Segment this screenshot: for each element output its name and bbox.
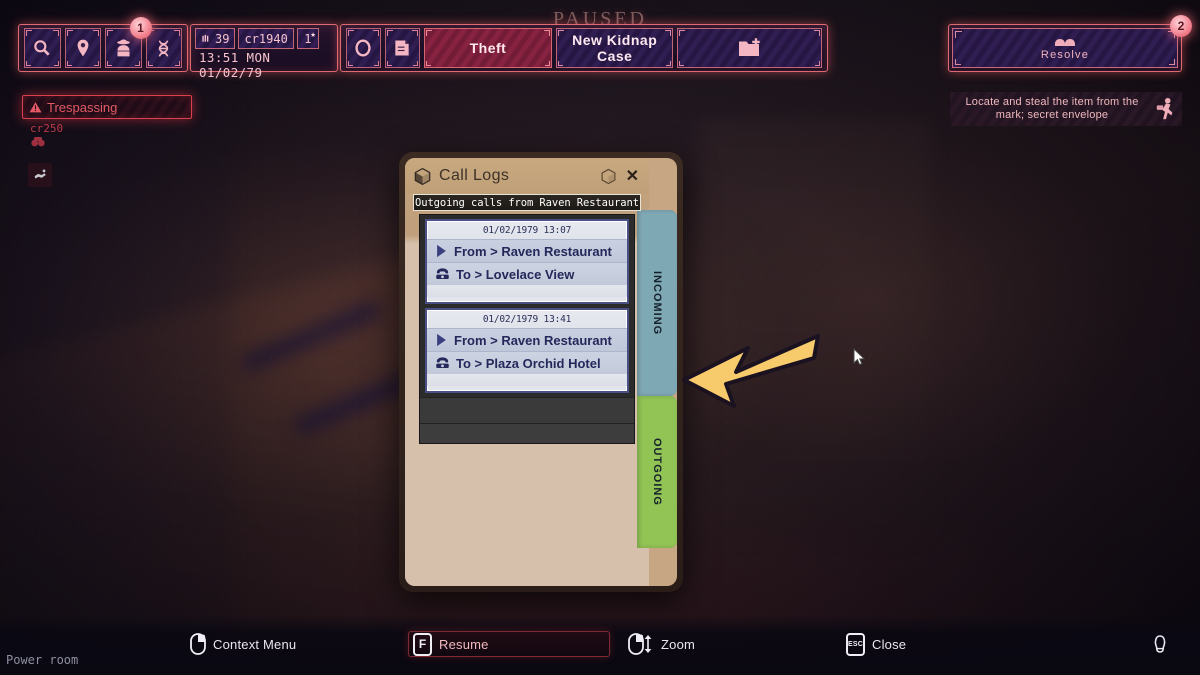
hint-zoom-label: Zoom	[661, 636, 696, 652]
hint-context-menu-label: Context Menu	[213, 636, 297, 652]
stars-stat: 1 ★	[296, 28, 319, 49]
pointer-arrow	[676, 328, 820, 415]
call-log-entry[interactable]: 01/02/1979 13:07 From > Raven Restaurant…	[425, 219, 629, 304]
credits-stat: cr1940	[238, 28, 294, 49]
case-theft-button[interactable]: Theft	[423, 28, 553, 68]
handcuffs-icon[interactable]	[346, 28, 381, 68]
bottom-hint-bar: Context Menu F Resume Zoom ESC Close Pow…	[0, 615, 1200, 675]
trespassing-label: Trespassing	[47, 99, 118, 115]
tab-outgoing-label: OUTGOING	[651, 438, 663, 506]
case-new-kidnap-button[interactable]: New Kidnap Case	[556, 28, 674, 68]
call-from-row: From > Raven Restaurant	[427, 239, 627, 262]
handcuff-pair-icon	[1055, 38, 1075, 46]
call-log-entry[interactable]: 01/02/1979 13:41 From > Raven Restaurant…	[425, 308, 629, 393]
window-header: Call Logs ✕	[405, 158, 649, 194]
call-from-label: From > Raven Restaurant	[454, 332, 612, 348]
resolve-label: Resolve	[1040, 48, 1090, 61]
hint-context-menu[interactable]: Context Menu	[190, 631, 390, 657]
key-esc: ESC	[846, 632, 865, 656]
call-to-row: To > Plaza Orchid Hotel	[427, 351, 627, 374]
room-label: Power room	[6, 653, 79, 667]
call-to-label: To > Lovelace View	[456, 266, 575, 282]
fine-icon	[31, 137, 45, 147]
game-clock: 13:51 MON 01/02/79	[199, 50, 271, 80]
dna-icon[interactable]	[145, 28, 182, 68]
call-to-label: To > Plaza Orchid Hotel	[456, 355, 601, 371]
call-logs-window[interactable]: INCOMING OUTGOING Call Logs ✕ Outgoing c…	[399, 152, 683, 592]
telephone-icon	[436, 268, 449, 279]
window-title: Call Logs	[439, 167, 510, 184]
cigarette-stat: 39	[195, 28, 236, 49]
mouse-cursor	[853, 348, 865, 366]
detective-badge: 1	[129, 17, 152, 39]
empty-log-row	[420, 397, 634, 423]
stealth-status-box[interactable]	[28, 163, 52, 187]
hud-resolve-group: Resolve 2	[948, 15, 1192, 72]
tab-incoming-label: INCOMING	[651, 270, 663, 336]
stats-row: 39 cr1940 1 ★	[195, 28, 322, 49]
mouse-scroll-icon	[628, 633, 652, 655]
hud-icon-group: 1	[18, 17, 188, 72]
call-from-row: From > Raven Restaurant	[427, 328, 627, 351]
objective-text: Locate and steal the item from the mark;…	[965, 96, 1139, 121]
window-inner: INCOMING OUTGOING Call Logs ✕ Outgoing c…	[405, 158, 677, 586]
top-hud-bar: 1 39 cr1940 1 ★ 13:51 MON 01/02/79 Theft…	[18, 15, 1192, 80]
warning-triangle-icon	[29, 101, 42, 112]
call-to-row: To > Lovelace View	[427, 262, 627, 285]
empty-log-row	[420, 423, 634, 443]
play-triangle-icon	[437, 244, 446, 258]
cigarette-count: 39	[215, 31, 230, 46]
resolve-button[interactable]: Resolve	[952, 28, 1178, 68]
case-new-kidnap-label: New Kidnap Case	[572, 32, 658, 64]
hint-list: Context Menu F Resume Zoom ESC Close	[190, 631, 1046, 657]
footprint-icon	[1154, 635, 1166, 653]
call-from-label: From > Raven Restaurant	[454, 243, 612, 259]
window-subtitle: Outgoing calls from Raven Restaurant	[413, 194, 641, 211]
objective-panel: Locate and steal the item from the mark;…	[950, 92, 1182, 126]
telephone-icon	[436, 357, 449, 368]
card-spacer	[427, 285, 627, 297]
window-close-button[interactable]: ✕	[624, 166, 641, 186]
map-pin-icon[interactable]	[64, 28, 101, 68]
key-f: F	[413, 632, 432, 656]
hud-stats-group: 39 cr1940 1 ★ 13:51 MON 01/02/79	[190, 24, 338, 80]
magnifier-icon[interactable]	[24, 28, 61, 68]
box-icon	[414, 167, 431, 185]
thief-running-icon	[1156, 98, 1173, 120]
play-triangle-icon	[437, 333, 446, 347]
notepad-icon[interactable]	[384, 28, 420, 68]
card-spacer	[427, 374, 627, 386]
resolve-badge: 2	[1170, 15, 1192, 37]
case-theft-label: Theft	[469, 40, 507, 56]
pin-box-icon[interactable]	[600, 168, 617, 185]
star-icon: ★	[310, 30, 316, 40]
hint-close[interactable]: ESC Close	[846, 631, 1046, 657]
call-date: 01/02/1979 13:41	[482, 314, 572, 325]
window-tabs: INCOMING OUTGOING	[637, 158, 677, 586]
tab-incoming[interactable]: INCOMING	[637, 210, 677, 396]
mouse-right-click-icon	[190, 633, 206, 655]
call-log-list[interactable]: 01/02/1979 13:07 From > Raven Restaurant…	[419, 214, 635, 444]
new-case-button[interactable]	[677, 28, 822, 68]
hint-zoom[interactable]: Zoom	[628, 631, 828, 657]
hint-close-label: Close	[872, 636, 907, 652]
trespassing-alert: Trespassing	[22, 95, 192, 119]
hint-resume-label: Resume	[439, 636, 489, 652]
hint-resume[interactable]: F Resume	[408, 631, 610, 657]
detective-icon[interactable]: 1	[105, 17, 152, 68]
game-screen: PAUSED 1 39 cr1940 1 ★ 13:51 MON 01/02/7…	[0, 0, 1200, 675]
tab-outgoing[interactable]: OUTGOING	[637, 396, 677, 548]
hud-case-group: Theft New Kidnap Case	[340, 24, 828, 72]
crouch-sneak-icon	[34, 169, 46, 179]
call-date: 01/02/1979 13:07	[482, 225, 572, 236]
